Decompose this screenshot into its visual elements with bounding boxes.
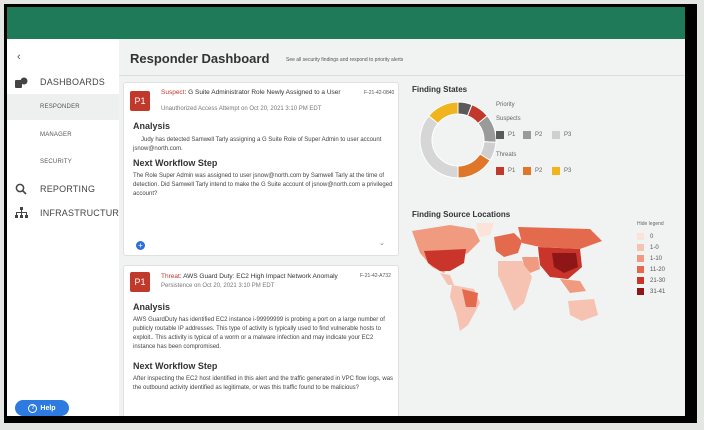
legend-label: 31-41: [650, 288, 666, 295]
sidebar-item-reporting[interactable]: REPORTING: [7, 180, 119, 198]
finding-id: F-21-42-A732: [360, 273, 391, 279]
priority-badge: P1: [130, 91, 150, 111]
map-legend-row: 31-41: [637, 287, 665, 296]
map-legend-row: 1-0: [637, 243, 659, 252]
finding-card[interactable]: P1 Suspect: G Suite Administrator Role N…: [123, 82, 399, 256]
finding-title[interactable]: Threat: AWS Guard Duty: EC2 High Impact …: [161, 273, 366, 281]
map-title: Finding Source Locations: [412, 210, 511, 219]
analysis-heading: Analysis: [133, 121, 171, 131]
suspects-p1-swatch: [496, 131, 504, 139]
sidebar-item-label: MANAGER: [40, 132, 72, 138]
legend-label: 1-0: [650, 244, 659, 251]
threats-p2-swatch: [523, 167, 531, 175]
next-step-text: After inspecting the EC2 host identified…: [133, 376, 394, 391]
collapse-sidebar-icon[interactable]: ‹: [17, 51, 21, 63]
donut-slice[interactable]: [457, 153, 491, 179]
finding-title-text: AWS Guard Duty: EC2 High Impact Network …: [183, 273, 338, 280]
legend-swatch: [637, 255, 644, 262]
hide-legend-toggle[interactable]: Hide legend: [637, 221, 664, 227]
next-step-heading: Next Workflow Step: [133, 361, 218, 371]
legend-label: 0: [650, 233, 654, 240]
app-window: ‹ DASHBOARDS RESPONDER MANAGER SECURITY …: [7, 7, 685, 416]
map-legend-row: 0: [637, 232, 653, 241]
analysis-heading: Analysis: [133, 302, 171, 312]
threats-p3-label: P3: [564, 168, 572, 174]
map-legend-row: 11-20: [637, 265, 665, 274]
finding-card[interactable]: P1 Threat: AWS Guard Duty: EC2 High Impa…: [123, 265, 399, 416]
map-australia: [568, 299, 598, 321]
threats-label: Threats: [496, 152, 517, 158]
legend-swatch: [637, 277, 644, 284]
legend-swatch: [637, 288, 644, 295]
legend-swatch: [637, 233, 644, 240]
help-label: Help: [40, 404, 56, 412]
donut-slice[interactable]: [419, 115, 459, 179]
threats-p3-swatch: [552, 167, 560, 175]
sidebar-item-label: DASHBOARDS: [40, 77, 106, 87]
help-icon: ?: [28, 403, 38, 413]
map-central-america: [440, 273, 454, 285]
sidebar-item-manager[interactable]: MANAGER: [7, 126, 119, 144]
suspects-p1-label: P1: [508, 132, 516, 138]
sidebar: ‹ DASHBOARDS RESPONDER MANAGER SECURITY …: [7, 39, 125, 416]
legend-label: 11-20: [650, 266, 665, 273]
suspects-p3-swatch: [552, 131, 560, 139]
map-usa: [424, 249, 466, 271]
help-button[interactable]: ? Help: [15, 400, 69, 416]
page-title: Responder Dashboard: [130, 51, 270, 66]
dashboard-icon: [13, 74, 29, 90]
header-divider: [119, 75, 685, 76]
threats-p2-label: P2: [535, 168, 543, 174]
legend-label: 1-10: [650, 255, 663, 262]
analysis-text: AWS GuardDuty has identified EC2 instanc…: [133, 317, 385, 350]
map-southeast-asia: [560, 279, 586, 293]
search-icon: [13, 181, 29, 197]
suspects-p3-label: P3: [564, 132, 572, 138]
finding-kind: Threat: [161, 273, 180, 280]
sitemap-icon: [13, 205, 29, 221]
sidebar-item-infrastructure[interactable]: INFRASTRUCTURE: [7, 204, 125, 222]
finding-title-text: G Suite Administrator Role Newly Assigne…: [188, 89, 341, 96]
map-greenland: [476, 223, 494, 237]
threats-p1-label: P1: [508, 168, 516, 174]
priority-badge: P1: [130, 272, 150, 292]
sidebar-item-responder[interactable]: RESPONDER: [7, 94, 119, 120]
page-subtitle: See all security findings and respond to…: [286, 57, 404, 63]
legend-swatch: [637, 266, 644, 273]
legend-label: 21-30: [650, 277, 666, 284]
suspects-label: Suspects: [496, 116, 521, 122]
finding-subtitle: Persistence on Oct 20, 2021 3:10 PM EDT: [161, 283, 275, 289]
sidebar-item-security[interactable]: SECURITY: [7, 153, 119, 171]
map-legend-row: 1-10: [637, 254, 662, 263]
legend-swatch: [637, 244, 644, 251]
suspects-p2-label: P2: [535, 132, 543, 138]
next-step-text: The Role Super Admin was assigned to use…: [133, 173, 393, 197]
sidebar-item-dashboards[interactable]: DASHBOARDS: [7, 73, 119, 91]
analysis-text: Judy has detected Samwell Tarly assignin…: [133, 137, 382, 152]
top-bar: [7, 7, 685, 39]
priority-label: Priority: [496, 102, 515, 108]
finding-states-donut: [419, 101, 497, 179]
main-content: Responder Dashboard See all security fin…: [119, 39, 685, 416]
suspects-p2-swatch: [523, 131, 531, 139]
threats-p1-swatch: [496, 167, 504, 175]
finding-id: F-21-42-0840: [364, 90, 395, 96]
world-map: [412, 223, 602, 331]
map-legend-row: 21-30: [637, 276, 665, 285]
next-step-heading: Next Workflow Step: [133, 158, 218, 168]
finding-states-title: Finding States: [412, 85, 468, 94]
map-legend: 0 1-0 1-10 11-20 21-30 31-41: [637, 232, 685, 322]
sidebar-item-label: SECURITY: [40, 159, 72, 165]
map-europe: [494, 233, 522, 257]
chevron-down-icon[interactable]: ⌄: [379, 239, 385, 247]
map-russia: [518, 227, 602, 249]
finding-kind: Suspect: [161, 89, 185, 96]
finding-subtitle: Unauthorized Access Attempt on Oct 20, 2…: [161, 106, 322, 112]
sidebar-item-label: REPORTING: [40, 184, 96, 194]
sidebar-item-label: INFRASTRUCTURE: [40, 208, 126, 218]
finding-title[interactable]: Suspect: G Suite Administrator Role Newl…: [161, 89, 366, 97]
sidebar-item-label: RESPONDER: [40, 104, 80, 110]
add-icon[interactable]: +: [136, 241, 145, 250]
